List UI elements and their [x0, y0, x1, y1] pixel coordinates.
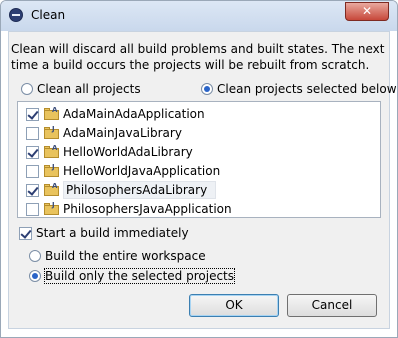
title-bar[interactable]: Clean ✕ [1, 1, 397, 31]
project-checkbox[interactable] [26, 165, 39, 178]
close-icon: ✕ [361, 4, 373, 18]
project-checkbox[interactable] [26, 127, 39, 140]
dialog-title: Clean [31, 8, 66, 22]
project-name: HelloWorldJavaApplication [63, 164, 221, 178]
project-name: AdaMainAdaApplication [63, 107, 205, 121]
project-folder-icon: A [44, 144, 60, 158]
project-folder-icon: A [44, 106, 60, 120]
list-item[interactable]: A AdaMainAdaApplication [18, 105, 380, 124]
build-entire-label[interactable]: Build the entire workspace [45, 249, 206, 263]
build-selected-label[interactable]: Build only the selected projects [43, 268, 236, 284]
project-checkbox[interactable] [26, 108, 39, 121]
clean-selected-label[interactable]: Clean projects selected below [217, 82, 397, 96]
clean-all-label[interactable]: Clean all projects [37, 82, 141, 96]
clean-selected-radio[interactable] [201, 83, 213, 95]
eclipse-icon [9, 8, 23, 22]
project-folder-icon: J [44, 163, 60, 177]
build-entire-radio[interactable] [29, 250, 41, 262]
project-list[interactable]: A AdaMainAdaApplication J AdaMainJavaLib… [17, 101, 381, 218]
close-button[interactable]: ✕ [345, 2, 389, 21]
project-folder-icon: J [44, 201, 60, 215]
ok-button[interactable]: OK [189, 294, 279, 317]
list-item[interactable]: J HelloWorldJavaApplication [18, 162, 380, 181]
project-checkbox[interactable] [26, 184, 39, 197]
build-selected-radio[interactable] [29, 270, 41, 282]
clean-all-radio[interactable] [21, 83, 33, 95]
list-item[interactable]: J PhilosophersJavaApplication [18, 200, 380, 219]
description-text: Clean will discard all build problems an… [11, 42, 385, 72]
start-build-checkbox[interactable] [19, 227, 32, 240]
list-item[interactable]: J AdaMainJavaLibrary [18, 124, 380, 143]
cancel-button[interactable]: Cancel [287, 294, 377, 317]
project-folder-icon: J [44, 125, 60, 139]
list-item[interactable]: A HelloWorldAdaLibrary [18, 143, 380, 162]
list-item[interactable]: A PhilosophersAdaLibrary [18, 181, 380, 200]
project-folder-icon: A [44, 182, 60, 196]
project-name: PhilosophersJavaApplication [63, 202, 232, 216]
project-name: PhilosophersAdaLibrary [63, 181, 217, 199]
project-name: HelloWorldAdaLibrary [63, 145, 193, 159]
project-name: AdaMainJavaLibrary [63, 126, 182, 140]
project-checkbox[interactable] [26, 203, 39, 216]
project-checkbox[interactable] [26, 146, 39, 159]
start-build-label[interactable]: Start a build immediately [36, 226, 189, 240]
